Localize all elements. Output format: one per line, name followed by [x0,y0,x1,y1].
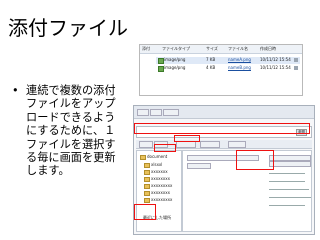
folder-icon [144,184,150,189]
bullet-text: 連続で複数の添付ファイルをアップロードできるようにするために、１ファイルを選択す… [26,84,116,178]
header-type: ファイルタイプ [162,46,190,51]
attachment-list-header: 添付 ファイルタイプ サイズ ファイル名 作成日時 [140,45,302,54]
delete-icon[interactable] [294,58,298,62]
folder-icon [144,163,150,168]
header-name: ファイル名 [228,46,248,51]
tree-item[interactable]: document [147,154,167,159]
header-date: 作成日時 [260,46,276,51]
toolbar-button[interactable] [163,109,179,116]
option-row [269,189,309,190]
row-name[interactable]: nameB.png [228,65,251,71]
row-type: image/png [164,57,186,62]
row-date: 10/11/12 15:54 [260,57,291,62]
option-row [269,173,305,174]
option-row [269,197,311,198]
delete-icon[interactable] [294,66,298,70]
folder-icon [144,177,150,182]
bullet-marker: • [12,84,19,97]
row-date: 10/11/12 15:54 [260,65,291,70]
highlight-box-tab [174,135,200,142]
attachment-list-screenshot: 添付 ファイルタイプ サイズ ファイル名 作成日時 image/png 7 KB… [139,44,303,96]
folder-icon [144,191,150,196]
row-name[interactable]: nameA.png [228,57,251,63]
table-row[interactable]: image/png 7 KB nameA.png 10/11/12 15:54 [156,57,300,64]
tab-button[interactable] [139,141,153,148]
highlight-box-path [134,123,310,134]
tree-item[interactable]: xxxxxxxx [151,190,170,195]
header-size: サイズ [206,46,218,51]
toolbar-button[interactable] [150,109,162,116]
tree-item[interactable]: xlsxxl [151,162,162,167]
highlight-box-recent [134,204,156,220]
bullet-list: • 連続で複数の添付ファイルをアップロードできるようにするために、１ファイルを選… [12,84,124,178]
folder-icon [144,170,150,175]
highlight-box-options [236,150,274,170]
tab-button-new-folder[interactable] [228,141,246,148]
option-row [269,181,305,182]
tab-button[interactable] [200,141,220,148]
option-button[interactable] [269,161,311,167]
row-type: image/png [164,65,186,70]
tree-item[interactable]: xxxxxxxx [151,176,170,181]
toolbar-button[interactable] [137,109,149,116]
tab-button[interactable] [176,141,196,148]
file-entry[interactable] [187,163,211,169]
option-row [269,205,305,206]
header-attach: 添付 [142,46,150,51]
table-row[interactable]: image/png 4 KB nameB.png 10/11/12 15:54 [156,65,300,72]
row-size: 4 KB [206,65,216,70]
tree-item[interactable]: xxxxxxx [151,169,168,174]
tree-item[interactable]: xxxxxxxxx [151,183,172,188]
slide-title: 添付ファイル [8,16,128,40]
folder-icon [140,155,146,160]
row-size: 7 KB [206,57,216,62]
highlight-box-folder [154,144,176,152]
tree-item[interactable]: xxxxxxxxx [151,197,172,202]
folder-icon [144,198,150,203]
dialog-toolbar [134,106,314,119]
